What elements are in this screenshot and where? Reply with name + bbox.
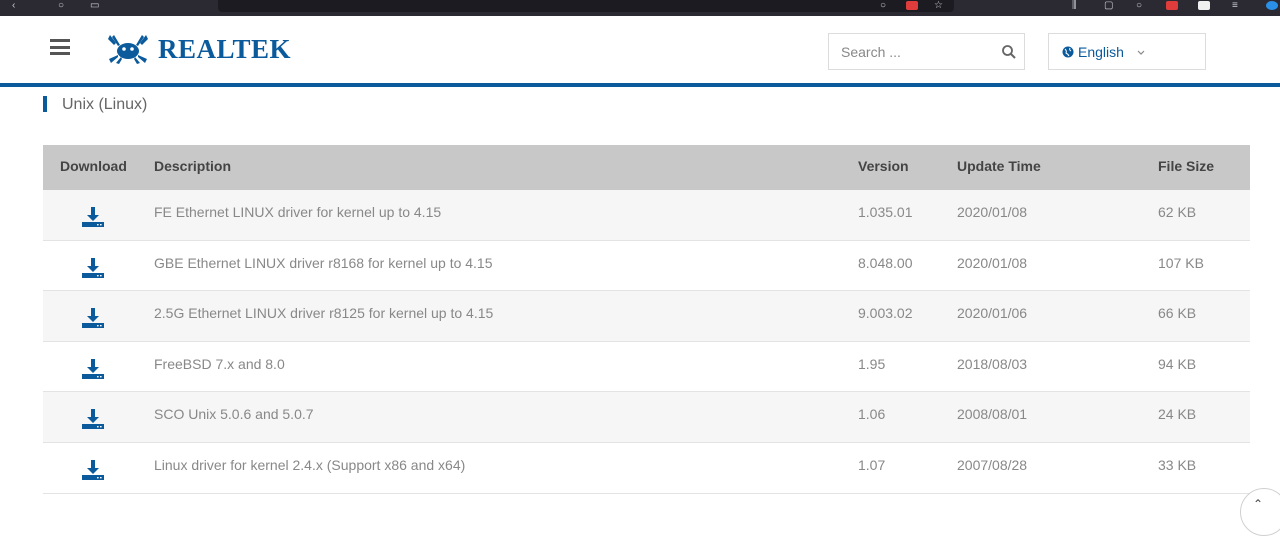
row-version: 8.048.00 (858, 254, 913, 271)
row-version: 9.003.02 (858, 305, 913, 322)
chevron-down-icon (1137, 50, 1145, 55)
menu-overflow-icon[interactable]: ≡ (1232, 1, 1238, 11)
row-update-time: 2020/01/08 (957, 204, 1028, 220)
row-file-size: 66 KB (1158, 305, 1197, 322)
site-logo[interactable]: REALTEK (106, 32, 291, 66)
column-header-version: Version (858, 158, 909, 174)
pocket-icon[interactable] (906, 1, 918, 10)
language-selector[interactable]: English (1048, 33, 1206, 70)
site-header: REALTEK English (0, 16, 1280, 83)
column-header-download: Download (60, 158, 127, 174)
search-input[interactable] (829, 34, 989, 69)
table-header: Download Description Version Update Time… (43, 145, 1250, 190)
row-version: 1.035.01 (858, 204, 913, 220)
section-title: Unix (Linux) (62, 96, 148, 113)
account-icon[interactable]: ○ (1136, 1, 1142, 11)
scroll-to-top-button[interactable]: ⌃ (1240, 488, 1280, 536)
table-row: FE Ethernet LINUX driver for kernel up t… (43, 190, 1250, 241)
row-description: Linux driver for kernel 2.4.x (Support x… (154, 456, 466, 473)
row-update-time: 2007/08/28 (957, 456, 1028, 473)
section-marker (43, 96, 47, 112)
download-icon[interactable] (81, 406, 105, 430)
globe-icon (1062, 46, 1074, 57)
download-icon[interactable] (81, 305, 105, 329)
row-file-size: 62 KB (1158, 204, 1197, 220)
header-divider (0, 83, 1280, 87)
scroll-top-icon: ⌃ (1253, 497, 1264, 511)
extension-blue-icon[interactable] (1266, 1, 1278, 10)
table-row: SCO Unix 5.0.6 and 5.0.7 1.06 2008/08/01… (43, 392, 1250, 443)
extension-white-icon[interactable] (1198, 1, 1210, 10)
row-description: GBE Ethernet LINUX driver r8168 for kern… (154, 254, 493, 271)
table-row: FreeBSD 7.x and 8.0 1.95 2018/08/03 94 K… (43, 341, 1250, 393)
downloads-table: Download Description Version Update Time… (43, 145, 1250, 494)
row-file-size: 94 KB (1158, 355, 1197, 372)
column-header-description: Description (154, 158, 232, 174)
table-row: Linux driver for kernel 2.4.x (Support x… (43, 442, 1250, 494)
extension-red-icon[interactable] (1166, 1, 1178, 10)
realtek-crab-logo (108, 35, 148, 64)
column-header-update-time: Update Time (957, 158, 1041, 174)
row-file-size: 33 KB (1158, 456, 1197, 473)
hamburger-menu-icon[interactable] (50, 39, 70, 55)
back-icon[interactable]: ‹ (12, 1, 15, 11)
logo-text: REALTEK (158, 33, 292, 64)
row-update-time: 2018/08/03 (957, 355, 1028, 372)
row-description: SCO Unix 5.0.6 and 5.0.7 (154, 406, 314, 423)
row-description: FE Ethernet LINUX driver for kernel up t… (154, 204, 442, 220)
download-icon[interactable] (81, 204, 105, 228)
home-icon[interactable]: ▭ (90, 1, 99, 11)
download-icon[interactable] (81, 255, 105, 279)
language-label: English (1078, 43, 1124, 60)
row-update-time: 2008/08/01 (957, 406, 1028, 423)
row-description: 2.5G Ethernet LINUX driver r8125 for ker… (154, 305, 494, 322)
sidebar-icon[interactable]: ▢ (1104, 1, 1113, 11)
download-icon[interactable] (81, 356, 105, 380)
search-icon[interactable] (1001, 44, 1017, 60)
row-file-size: 24 KB (1158, 406, 1197, 423)
search-box (828, 33, 1025, 70)
row-description: FreeBSD 7.x and 8.0 (154, 355, 285, 372)
row-version: 1.07 (858, 456, 886, 473)
shield-icon[interactable]: ○ (880, 1, 886, 11)
address-bar[interactable] (218, 0, 954, 12)
table-row: GBE Ethernet LINUX driver r8168 for kern… (43, 240, 1250, 292)
row-version: 1.95 (858, 355, 886, 372)
library-icon[interactable]: ⫼ (1072, 1, 1077, 11)
row-version: 1.06 (858, 406, 886, 423)
column-header-file-size: File Size (1158, 158, 1215, 174)
reload-icon[interactable]: ○ (58, 1, 64, 11)
bookmark-star-icon[interactable]: ☆ (934, 1, 943, 11)
row-update-time: 2020/01/08 (957, 254, 1028, 271)
table-row: 2.5G Ethernet LINUX driver r8125 for ker… (43, 291, 1250, 342)
download-icon[interactable] (81, 457, 105, 481)
row-update-time: 2020/01/06 (957, 305, 1028, 322)
row-file-size: 107 KB (1158, 254, 1204, 271)
browser-toolbar: ‹ ○ ▭ ○ ☆ ⫼ ▢ ○ ≡ (0, 0, 1280, 16)
